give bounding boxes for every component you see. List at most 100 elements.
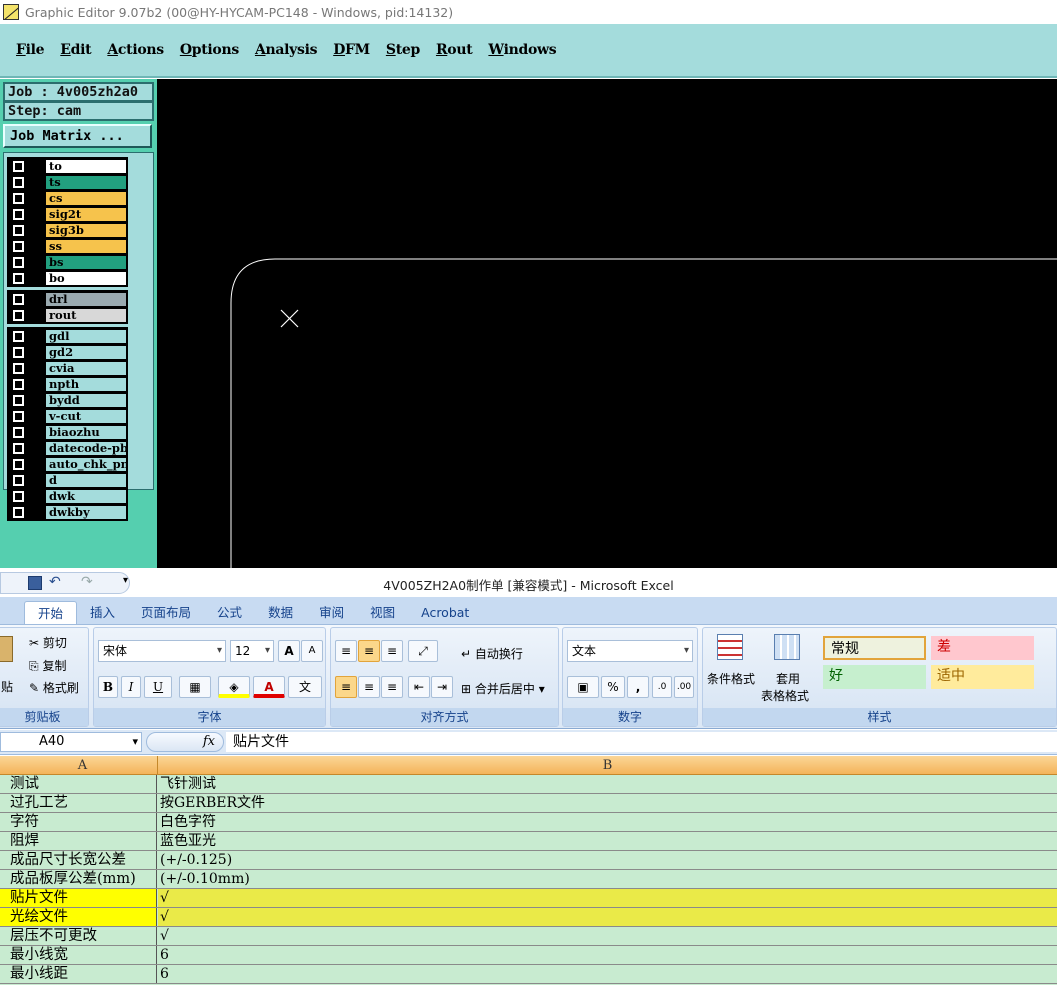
align-center-button[interactable]: ≡ xyxy=(358,676,380,698)
style-neutral[interactable]: 适中 xyxy=(931,665,1034,689)
layer-name[interactable]: datecode-pbo xyxy=(45,440,127,456)
layer-name[interactable]: ts xyxy=(45,174,127,190)
layer-name[interactable]: to xyxy=(45,158,127,174)
menu-options[interactable]: Options xyxy=(180,42,239,58)
cell-b[interactable]: 蓝色亚光 xyxy=(158,832,1057,850)
style-good[interactable]: 好 xyxy=(823,665,926,689)
conditional-format-button[interactable]: 条件格式 xyxy=(707,670,755,687)
menu-rout[interactable]: Rout xyxy=(436,42,473,58)
layer-name[interactable]: npth xyxy=(45,376,127,392)
menu-analysis[interactable]: Analysis xyxy=(255,42,318,58)
accounting-format-button[interactable]: ▣ xyxy=(567,676,599,698)
layer-checkbox[interactable] xyxy=(8,238,45,254)
style-normal[interactable]: 常规 xyxy=(823,636,926,660)
layer-checkbox[interactable] xyxy=(8,307,45,323)
layer-row[interactable]: biaozhu xyxy=(8,424,127,440)
style-bad[interactable]: 差 xyxy=(931,636,1034,660)
layer-checkbox[interactable] xyxy=(8,440,45,456)
layer-checkbox[interactable] xyxy=(8,408,45,424)
menu-dfm[interactable]: DFM xyxy=(333,42,370,58)
border-button[interactable]: ▦ xyxy=(179,676,211,698)
cell-a[interactable]: 光绘文件 xyxy=(0,908,157,926)
layer-row[interactable]: d xyxy=(8,472,127,488)
layer-checkbox[interactable] xyxy=(8,456,45,472)
layer-row[interactable]: drl xyxy=(8,291,127,307)
tab-view[interactable]: 视图 xyxy=(357,601,408,624)
grow-font-button[interactable]: A xyxy=(278,640,300,662)
name-box[interactable]: A40 xyxy=(0,732,142,752)
wrap-text-button[interactable]: ↵ 自动换行 xyxy=(461,645,523,662)
layer-checkbox[interactable] xyxy=(8,158,45,174)
menu-actions[interactable]: Actions xyxy=(107,42,164,58)
layer-row[interactable]: ss xyxy=(8,238,127,254)
layer-checkbox[interactable] xyxy=(8,174,45,190)
layer-row[interactable]: bs xyxy=(8,254,127,270)
cell-b[interactable]: 按GERBER文件 xyxy=(158,794,1057,812)
layer-name[interactable]: rout xyxy=(45,307,127,323)
layer-row[interactable]: auto_chk_pn. xyxy=(8,456,127,472)
italic-button[interactable]: I xyxy=(121,676,141,698)
cell-b[interactable]: 飞针测试 xyxy=(158,775,1057,793)
column-header-a[interactable]: A xyxy=(8,756,158,775)
layer-name[interactable]: sig3b xyxy=(45,222,127,238)
copy-button[interactable]: ⎘ 复制 xyxy=(29,657,66,674)
graphics-canvas[interactable] xyxy=(157,79,1057,568)
cell-a[interactable]: 最小线宽 xyxy=(0,946,157,964)
cell-a[interactable]: 字符 xyxy=(0,813,157,831)
layer-checkbox[interactable] xyxy=(8,344,45,360)
layer-row[interactable]: dwk xyxy=(8,488,127,504)
bold-button[interactable]: B xyxy=(98,676,118,698)
layer-checkbox[interactable] xyxy=(8,424,45,440)
layer-name[interactable]: v-cut xyxy=(45,408,127,424)
increase-decimal-button[interactable]: .0 xyxy=(652,676,672,698)
orientation-button[interactable]: ⤢ xyxy=(408,640,438,662)
layer-row[interactable]: dwkby xyxy=(8,504,127,520)
cell-a[interactable]: 成品尺寸长宽公差 xyxy=(0,851,157,869)
layer-checkbox[interactable] xyxy=(8,291,45,307)
job-matrix-button[interactable]: Job Matrix ... xyxy=(3,124,152,148)
fill-color-button[interactable]: ◈ xyxy=(218,676,250,698)
percent-button[interactable]: % xyxy=(601,676,625,698)
cell-a[interactable]: 成品板厚公差(mm) xyxy=(0,870,157,888)
tab-page-layout[interactable]: 页面布局 xyxy=(128,601,204,624)
layer-name[interactable]: bs xyxy=(45,254,127,270)
tab-data[interactable]: 数据 xyxy=(255,601,306,624)
align-right-button[interactable]: ≡ xyxy=(381,676,403,698)
layer-checkbox[interactable] xyxy=(8,328,45,344)
align-middle-button[interactable]: ≡ xyxy=(358,640,380,662)
decrease-decimal-button[interactable]: .00 xyxy=(674,676,694,698)
increase-indent-button[interactable]: ⇥ xyxy=(431,676,453,698)
layer-row[interactable]: bo xyxy=(8,270,127,286)
underline-button[interactable]: U xyxy=(144,676,172,698)
cell-b[interactable]: √ xyxy=(158,889,1057,907)
layer-row[interactable]: gdl xyxy=(8,328,127,344)
layer-row[interactable]: gd2 xyxy=(8,344,127,360)
layer-name[interactable]: dwk xyxy=(45,488,127,504)
cell-a[interactable]: 贴片文件 xyxy=(0,889,157,907)
number-format-select[interactable]: 文本 xyxy=(567,640,693,662)
layer-name[interactable]: ss xyxy=(45,238,127,254)
paste-button[interactable]: 贴 xyxy=(1,678,13,695)
cell-a[interactable]: 测试 xyxy=(0,775,157,793)
layer-name[interactable]: cs xyxy=(45,190,127,206)
format-painter-button[interactable]: ✎ 格式刷 xyxy=(29,679,79,696)
layer-checkbox[interactable] xyxy=(8,190,45,206)
cell-b[interactable]: 6 xyxy=(158,946,1057,964)
tab-acrobat[interactable]: Acrobat xyxy=(408,601,482,624)
layer-name[interactable]: bydd xyxy=(45,392,127,408)
cell-a[interactable]: 过孔工艺 xyxy=(0,794,157,812)
layer-checkbox[interactable] xyxy=(8,472,45,488)
merge-center-button[interactable]: ⊞ 合并后居中 ▾ xyxy=(461,680,545,697)
layer-checkbox[interactable] xyxy=(8,222,45,238)
cell-a[interactable]: 最小线距 xyxy=(0,965,157,983)
layer-name[interactable]: d xyxy=(45,472,127,488)
align-bottom-button[interactable]: ≡ xyxy=(381,640,403,662)
layer-checkbox[interactable] xyxy=(8,254,45,270)
layer-name[interactable]: auto_chk_pn. xyxy=(45,456,127,472)
cell-b[interactable]: (+/-0.125) xyxy=(158,851,1057,869)
layer-name[interactable]: gdl xyxy=(45,328,127,344)
layer-name[interactable]: cvia xyxy=(45,360,127,376)
layer-row[interactable]: cvia xyxy=(8,360,127,376)
comma-button[interactable]: , xyxy=(627,676,649,698)
phonetic-button[interactable]: 文 xyxy=(288,676,322,698)
